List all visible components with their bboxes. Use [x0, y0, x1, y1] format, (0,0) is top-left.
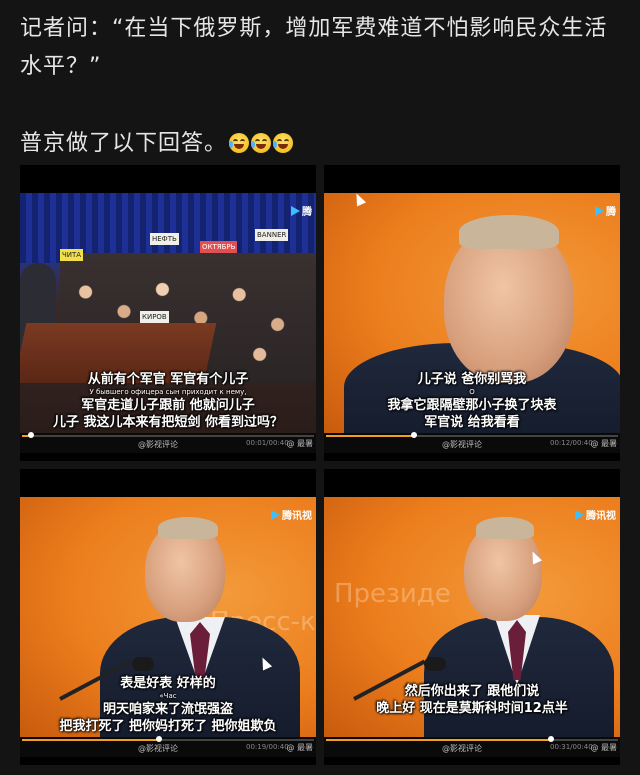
progress-knob[interactable]: [410, 432, 417, 438]
video-timestamp: 00:12/00:40: [550, 439, 593, 447]
video-progress-bar[interactable]: @影视评论 00:12/00:40 @ 最暑: [324, 432, 620, 453]
play-icon: [271, 509, 280, 520]
weibo-watermark-2: @ 最暑: [286, 743, 313, 752]
subtitle-line: 然后你出来了 跟他们说: [404, 684, 540, 699]
weibo-watermark: @影视评论: [138, 744, 178, 753]
subtitle-line: 儿子 我这儿本来有把短剑 你看到过吗？: [52, 415, 284, 430]
progress-knob[interactable]: [27, 432, 34, 438]
video-logo: 腾讯视: [271, 507, 312, 522]
subtitle-line-russian: У бывшего офицера сын приходит к нему,: [89, 388, 247, 396]
weibo-watermark: @影视评论: [442, 440, 482, 449]
video-screenshot-2[interactable]: 腾 儿子说 爸你别骂我 О 我拿它跟隔壁那小子换了块表 军官说 给我看看 @影视…: [324, 165, 620, 461]
subtitle-line: 晚上好 现在是莫斯科时间12点半: [376, 701, 568, 716]
crying-laughing-face-icon: [229, 133, 250, 153]
video-screenshot-3[interactable]: Пресс-конференция 腾讯视 表是好表 好样的 «Час 明天咱家…: [20, 469, 316, 765]
subtitle-block: 表是好表 好样的 «Час 明天咱家来了流氓强盗 把我打死了 把你妈打死了 把你…: [20, 675, 316, 735]
video-timestamp: 00:19/00:40: [246, 743, 289, 751]
post-answer-text: 普京做了以下回答。: [20, 131, 228, 156]
video-logo: 腾: [291, 203, 312, 218]
progress-knob[interactable]: [547, 736, 554, 742]
subtitle-line: 明天咱家来了流氓强盗: [102, 702, 233, 717]
play-icon: [575, 509, 584, 520]
subtitle-block: 从前有个军官 军官有个儿子 У бывшего офицера сын прих…: [20, 371, 316, 431]
video-screenshot-4[interactable]: Президе 腾讯视 然后你出来了 跟他们说 晚上好 现在是莫斯科时间12点半…: [324, 469, 620, 765]
post-answer-line: 普京做了以下回答。: [20, 128, 294, 160]
post-question-text: 记者问：“在当下俄罗斯，增加军费难道不怕影响民众生活水平？”: [20, 16, 608, 79]
subtitle-line: 从前有个军官 军官有个儿子: [87, 372, 249, 387]
subtitle-block: 然后你出来了 跟他们说 晚上好 现在是莫斯科时间12点半: [324, 683, 620, 717]
background-banner-text: Президе: [334, 579, 451, 609]
subtitle-line: 军官说 给我看看: [424, 415, 520, 430]
subtitle-line: 表是好表 好样的: [120, 676, 216, 691]
video-progress-bar[interactable]: @影视评论 00:31/00:40 @ 最暑: [324, 736, 620, 757]
weibo-watermark: @影视评论: [442, 744, 482, 753]
video-timestamp: 00:01/00:40: [246, 439, 289, 447]
play-icon: [291, 205, 300, 216]
crying-laughing-face-icon: [251, 133, 272, 153]
subtitle-line: 儿子说 爸你别骂我: [417, 372, 527, 387]
subtitle-line-russian: О: [469, 388, 475, 396]
weibo-watermark: @影视评论: [138, 440, 178, 449]
video-logo: 腾: [595, 203, 616, 218]
video-progress-bar[interactable]: @影视评论 00:19/00:40 @ 最暑: [20, 736, 316, 757]
subtitle-block: 儿子说 爸你别骂我 О 我拿它跟隔壁那小子换了块表 军官说 给我看看: [324, 371, 620, 431]
subtitle-line: 把我打死了 把你妈打死了 把你姐欺负: [59, 719, 277, 734]
progress-knob[interactable]: [156, 736, 163, 742]
subtitle-line-russian: «Час: [159, 692, 177, 700]
video-screenshot-1[interactable]: НЕФТЬ ОКТЯБРЬ BANNER ЧИТА КИРОВ 腾 从前有个军官…: [20, 165, 316, 461]
weibo-watermark-2: @ 最暑: [590, 743, 617, 752]
weibo-watermark-2: @ 最暑: [590, 439, 617, 448]
crying-laughing-face-icon: [273, 133, 294, 153]
weibo-watermark-2: @ 最暑: [286, 439, 313, 448]
video-progress-bar[interactable]: @影视评论 00:01/00:40 @ 最暑: [20, 432, 316, 453]
subtitle-line: 军官走道儿子跟前 他就问儿子: [81, 398, 255, 413]
image-grid: НЕФТЬ ОКТЯБРЬ BANNER ЧИТА КИРОВ 腾 从前有个军官…: [20, 165, 620, 770]
video-logo: 腾讯视: [575, 507, 616, 522]
play-icon: [595, 205, 604, 216]
subtitle-line: 我拿它跟隔壁那小子换了块表: [387, 398, 557, 413]
video-timestamp: 00:31/00:40: [550, 743, 593, 751]
